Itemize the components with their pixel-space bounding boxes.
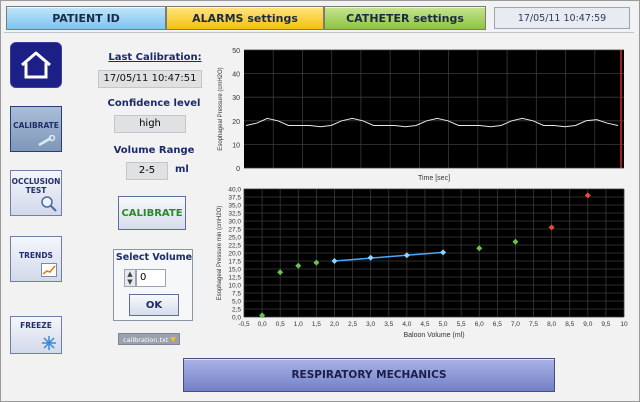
x-axis-label: Baloon Volume (ml) — [403, 332, 464, 339]
x-tick-label: 6,5 — [493, 321, 502, 328]
x-tick-label: 3,0 — [366, 321, 375, 328]
x-tick-label: -0,5 — [238, 321, 250, 328]
calibrate-nav-button[interactable]: CALIBRATE — [10, 106, 62, 152]
x-tick-label: 0,5 — [276, 321, 285, 328]
tab-alarms-settings[interactable]: ALARMS settings — [166, 6, 324, 30]
x-tick-label: 2,0 — [330, 321, 339, 328]
y-tick-label: 10 — [232, 142, 240, 149]
volume-range-unit: ml — [175, 164, 189, 175]
x-tick-label: 5,0 — [439, 321, 448, 328]
calibration-file-value: calibration.txt — [123, 336, 169, 344]
y-tick-label: 40,0 — [228, 187, 241, 194]
x-tick-label: 6,0 — [475, 321, 484, 328]
select-volume-panel: Select Volume ▲ ▼ 0 OK — [113, 249, 193, 321]
last-calibration-value: 17/05/11 10:47:51 — [98, 70, 202, 88]
calibrate-nav-label: CALIBRATE — [13, 121, 59, 130]
y-tick-label: 12,5 — [228, 275, 241, 282]
freeze-label: FREEZE — [20, 321, 52, 330]
x-tick-label: 7,5 — [529, 321, 538, 328]
y-tick-label: 15,0 — [228, 267, 241, 274]
y-tick-label: 32,5 — [228, 211, 241, 218]
occlusion-label-line2: TEST — [25, 186, 47, 195]
volume-stepper[interactable]: ▲ ▼ — [124, 269, 136, 287]
occlusion-test-label: OCCLUSION TEST — [11, 171, 61, 195]
x-tick-label: 2,5 — [348, 321, 357, 328]
x-tick-label: 1,0 — [294, 321, 303, 328]
pressure-time-chart: 0 10 20 30 40 50 Esophageal Pressure (cmH2O) Ti… — [218, 48, 624, 182]
last-calibration-label: Last Calibration: — [108, 52, 202, 63]
x-axis-label: Time [sec] — [418, 175, 450, 182]
volume-range-label: Volume Range — [113, 145, 195, 156]
home-icon — [21, 51, 51, 79]
select-volume-label: Select Volume — [115, 252, 193, 263]
x-tick-label: 8,0 — [547, 321, 556, 328]
x-tick-label: 7,0 — [511, 321, 520, 328]
x-tick-label: 1,5 — [312, 321, 321, 328]
y-tick-label: 0 — [236, 166, 240, 173]
current-datetime: 17/05/11 10:47:59 — [494, 7, 630, 29]
y-tick-label: 30,0 — [228, 219, 241, 226]
volume-range-value: 2-5 — [126, 162, 168, 180]
y-tick-label: 30 — [232, 95, 240, 102]
header-divider — [4, 32, 634, 33]
y-tick-label: 37,5 — [228, 195, 241, 202]
freeze-button[interactable]: FREEZE — [10, 316, 62, 354]
stepper-up-icon[interactable]: ▲ — [127, 270, 132, 278]
y-axis-label: Esophageal Pressure (cmH2O) — [218, 67, 224, 150]
x-tick-label: 4,0 — [402, 321, 411, 328]
ok-button[interactable]: OK — [129, 294, 179, 316]
y-tick-label: 20,0 — [228, 251, 241, 258]
y-tick-label: 27,5 — [228, 227, 241, 234]
stepper-down-icon[interactable]: ▼ — [127, 278, 132, 286]
x-tick-label: 4,5 — [420, 321, 429, 328]
plot-area — [244, 50, 624, 168]
y-tick-label: 22,5 — [228, 243, 241, 250]
confidence-level-value: high — [114, 115, 186, 133]
snowflake-icon — [42, 336, 56, 350]
magnifier-icon — [41, 196, 57, 212]
y-tick-label: 10,0 — [228, 283, 241, 290]
occlusion-label-line1: OCCLUSION — [11, 177, 61, 186]
x-tick-label: 10 — [620, 321, 628, 328]
tab-catheter-settings[interactable]: CATHETER settings — [324, 6, 486, 30]
wrench-icon — [38, 135, 56, 147]
y-tick-label: 0,0 — [232, 315, 241, 322]
respiratory-mechanics-button[interactable]: RESPIRATORY MECHANICS — [183, 358, 555, 392]
home-button[interactable] — [10, 42, 62, 88]
chevron-down-icon — [170, 337, 176, 342]
y-tick-label: 17,5 — [228, 259, 241, 266]
y-tick-label: 50 — [232, 48, 240, 55]
trend-chart-icon — [41, 263, 57, 277]
x-tick-label: 9,5 — [601, 321, 610, 328]
x-tick-label: 5,5 — [457, 321, 466, 328]
trends-button[interactable]: TRENDS — [10, 236, 62, 282]
y-tick-label: 40 — [232, 72, 240, 79]
y-tick-label: 20 — [232, 119, 240, 126]
y-axis-label: Esophageal Pressure min (cmH2O) — [217, 206, 223, 301]
calibrate-button[interactable]: CALIBRATE — [118, 196, 186, 230]
volume-input[interactable]: 0 — [136, 269, 166, 287]
x-tick-label: 8,5 — [565, 321, 574, 328]
x-tick-label: 0,0 — [258, 321, 267, 328]
calibration-file-dropdown[interactable]: calibration.txt — [118, 333, 180, 345]
x-tick-label: 9,0 — [583, 321, 592, 328]
occlusion-test-button[interactable]: OCCLUSION TEST — [10, 170, 62, 216]
confidence-level-label: Confidence level — [107, 98, 201, 109]
y-tick-label: 35,0 — [228, 203, 241, 210]
y-tick-label: 7,5 — [232, 291, 241, 298]
trends-label: TRENDS — [19, 251, 53, 260]
x-tick-label: 3,5 — [384, 321, 393, 328]
y-tick-label: 2,5 — [232, 307, 241, 314]
y-tick-label: 25,0 — [228, 235, 241, 242]
tab-patient-id[interactable]: PATIENT ID — [6, 6, 166, 30]
y-tick-label: 5,0 — [232, 299, 241, 306]
pressure-volume-chart: -0,5 0,0 0,5 1,0 1,5 2,0 2,5 3,0 3,5 4,0 4,5 5,0 5,5… — [217, 187, 628, 340]
